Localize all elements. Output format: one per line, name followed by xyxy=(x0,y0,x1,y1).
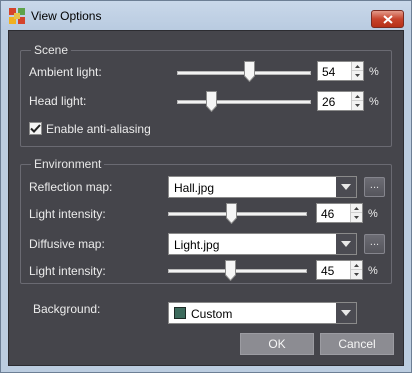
spin-down-icon[interactable] xyxy=(351,213,362,222)
head-light-spin-buttons[interactable] xyxy=(351,92,363,110)
spin-down-icon[interactable] xyxy=(352,71,363,80)
ok-button[interactable]: OK xyxy=(240,333,314,355)
head-light-spinbox[interactable]: 26 xyxy=(317,91,364,111)
reflection-intensity-slider[interactable] xyxy=(168,212,307,216)
anti-aliasing-label[interactable]: Enable anti-aliasing xyxy=(46,122,151,136)
anti-aliasing-checkbox[interactable] xyxy=(29,122,42,135)
background-color-swatch xyxy=(174,307,186,319)
diffusive-map-browse-button[interactable]: ... xyxy=(364,234,385,254)
spin-up-icon[interactable] xyxy=(352,62,363,71)
chevron-down-icon[interactable] xyxy=(336,234,356,254)
diffusive-intensity-spin-buttons[interactable] xyxy=(350,261,362,279)
reflection-intensity-spinbox[interactable]: 46 xyxy=(316,203,363,223)
checkmark-icon xyxy=(30,124,41,133)
view-options-dialog: View Options Scene Ambient light: 54 % H… xyxy=(0,0,412,373)
spin-down-icon[interactable] xyxy=(351,270,362,279)
head-light-value: 26 xyxy=(322,95,336,109)
ambient-light-slider-thumb[interactable] xyxy=(243,61,255,82)
diffusive-intensity-slider[interactable] xyxy=(168,269,307,273)
cancel-button[interactable]: Cancel xyxy=(320,333,394,355)
ambient-light-value: 54 xyxy=(322,65,336,79)
chevron-down-icon[interactable] xyxy=(336,303,356,323)
diffusive-map-label: Diffusive map: xyxy=(29,237,105,251)
window-title: View Options xyxy=(31,9,102,23)
background-select[interactable]: Custom xyxy=(168,302,357,324)
background-label: Background: xyxy=(33,302,101,316)
head-light-unit: % xyxy=(369,96,379,108)
scene-group-title: Scene xyxy=(31,43,72,57)
reflection-map-value: Hall.jpg xyxy=(174,181,215,195)
diffusive-map-value: Light.jpg xyxy=(174,238,220,252)
diffusive-intensity-slider-thumb[interactable] xyxy=(225,260,237,281)
diffusive-intensity-unit: % xyxy=(368,265,378,277)
reflection-map-browse-button[interactable]: ... xyxy=(364,177,385,197)
close-icon xyxy=(382,14,393,24)
reflection-intensity-unit: % xyxy=(368,208,378,220)
ambient-light-spin-buttons[interactable] xyxy=(351,62,363,80)
spin-up-icon[interactable] xyxy=(351,204,362,213)
diffusive-intensity-label: Light intensity: xyxy=(29,264,106,278)
spin-down-icon[interactable] xyxy=(352,101,363,110)
reflection-intensity-spin-buttons[interactable] xyxy=(350,204,362,222)
ambient-light-spinbox[interactable]: 54 xyxy=(317,61,364,81)
app-icon xyxy=(9,8,25,24)
reflection-map-select[interactable]: Hall.jpg xyxy=(168,176,357,198)
dialog-body: Scene Ambient light: 54 % Head light: 26 xyxy=(8,30,404,366)
reflection-map-label: Reflection map: xyxy=(29,180,113,194)
diffusive-intensity-spinbox[interactable]: 45 xyxy=(316,260,363,280)
reflection-intensity-label: Light intensity: xyxy=(29,207,106,221)
spin-up-icon[interactable] xyxy=(351,261,362,270)
close-button[interactable] xyxy=(371,10,404,28)
environment-group-title: Environment xyxy=(31,157,105,171)
diffusive-intensity-value: 45 xyxy=(321,264,335,278)
chevron-down-icon[interactable] xyxy=(336,177,356,197)
head-light-label: Head light: xyxy=(29,94,87,108)
diffusive-map-select[interactable]: Light.jpg xyxy=(168,233,357,255)
reflection-intensity-slider-thumb[interactable] xyxy=(226,203,238,224)
title-bar[interactable]: View Options xyxy=(1,1,411,30)
spin-up-icon[interactable] xyxy=(352,92,363,101)
background-value: Custom xyxy=(191,307,233,321)
reflection-intensity-value: 46 xyxy=(321,207,335,221)
ambient-light-unit: % xyxy=(369,66,379,78)
ambient-light-label: Ambient light: xyxy=(29,65,102,79)
head-light-slider[interactable] xyxy=(177,100,311,104)
head-light-slider-thumb[interactable] xyxy=(206,91,218,112)
